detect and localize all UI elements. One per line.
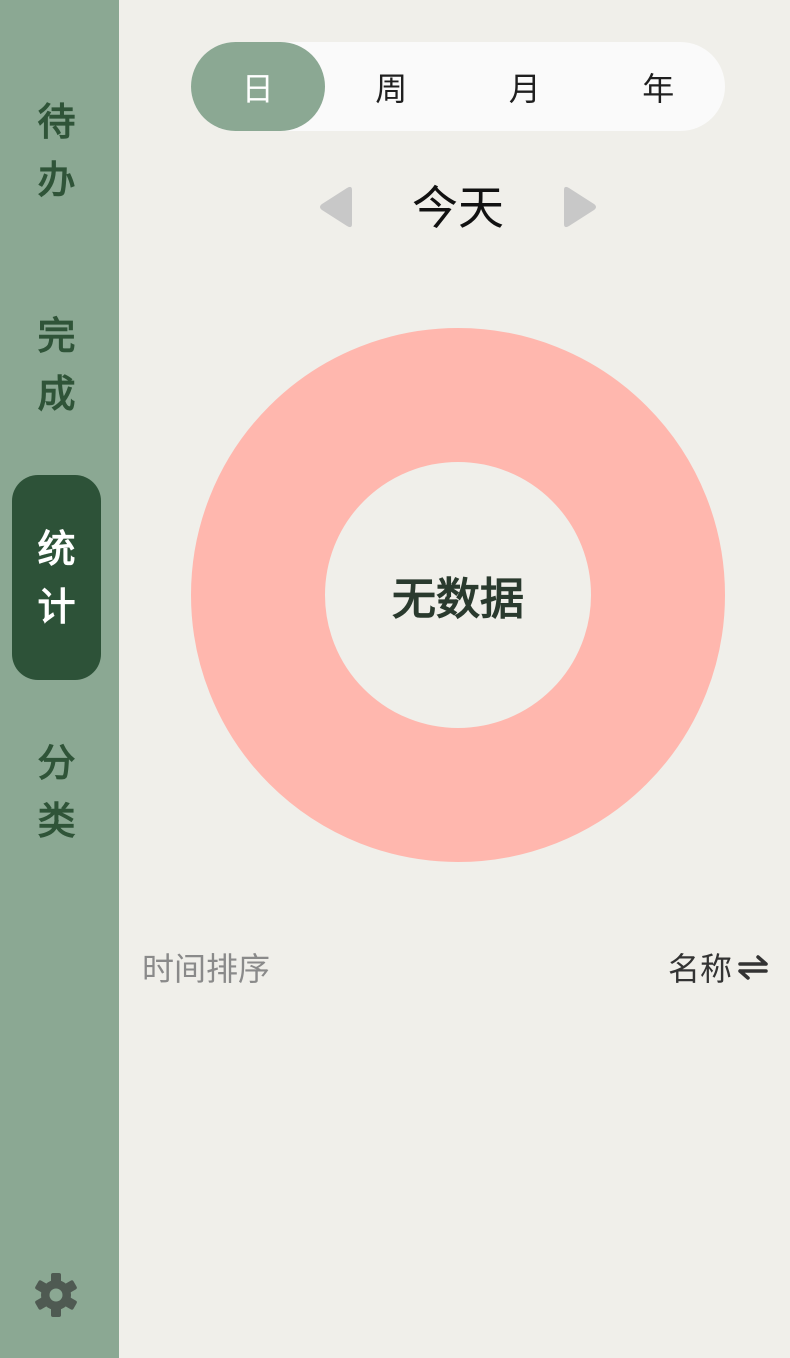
sidebar-item-category[interactable]: 分类 [12, 689, 101, 894]
date-label: 今天 [412, 181, 504, 235]
sidebar-item-label: 统计 [37, 526, 76, 629]
gear-icon[interactable] [33, 1272, 79, 1318]
sidebar-item-label: 待办 [37, 99, 76, 202]
triangle-right-icon[interactable] [560, 186, 598, 228]
swap-icon [738, 955, 768, 980]
sort-field-label: 名称 [667, 950, 732, 988]
date-navigator: 今天 [318, 180, 598, 236]
sidebar-item-stats[interactable]: 统计 [12, 475, 101, 680]
sort-label: 时间排序 [142, 950, 271, 988]
tab-week[interactable]: 周 [325, 42, 459, 131]
sidebar-item-todo[interactable]: 待办 [12, 48, 101, 253]
tab-month[interactable]: 月 [458, 42, 592, 131]
tab-day[interactable]: 日 [191, 42, 325, 131]
period-tabs: 日 周 月 年 [191, 42, 725, 131]
sort-toggle-button[interactable]: 名称 [668, 944, 768, 990]
sidebar-item-done[interactable]: 完成 [12, 262, 101, 467]
tab-year[interactable]: 年 [592, 42, 726, 131]
sidebar: 待办 完成 统计 分类 [0, 0, 119, 1358]
sidebar-item-label: 完成 [37, 313, 76, 416]
empty-chart-label: 无数据 [392, 574, 524, 625]
sidebar-item-label: 分类 [37, 740, 76, 843]
